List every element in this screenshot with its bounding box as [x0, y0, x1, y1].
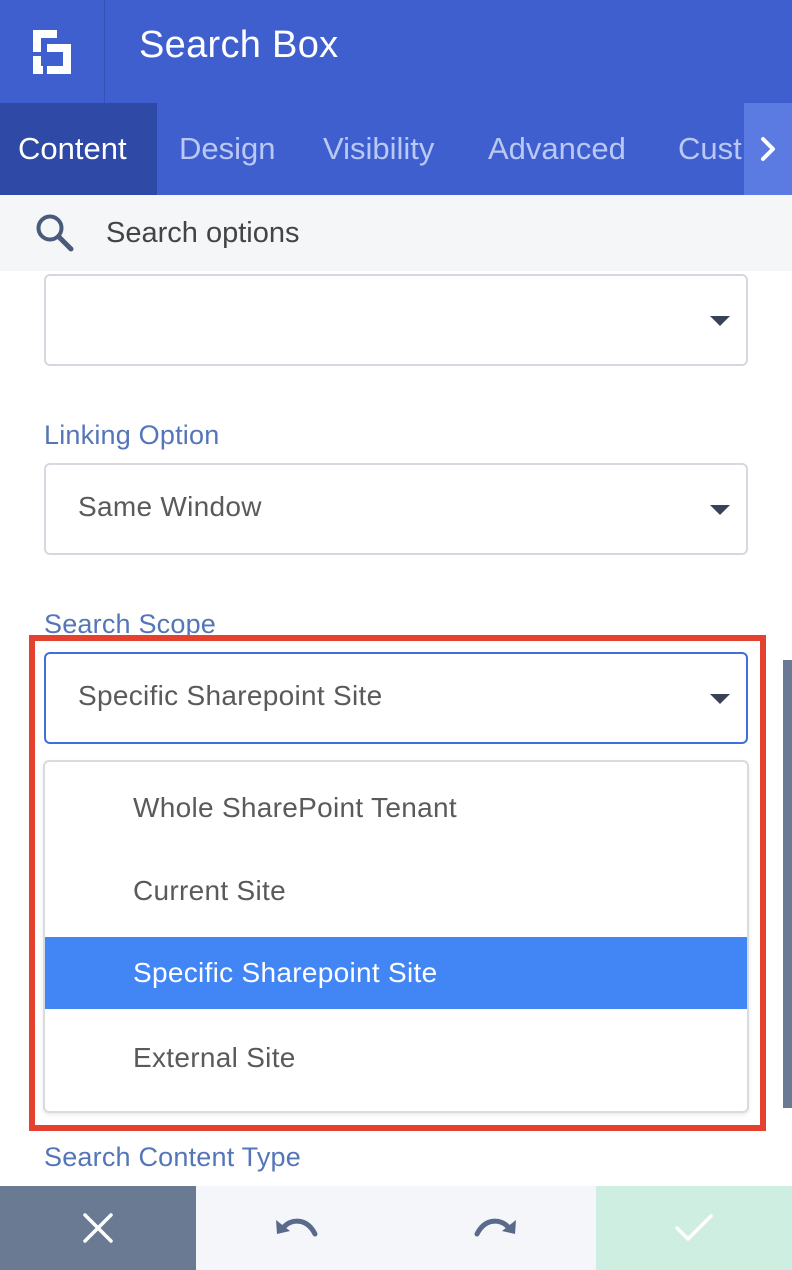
action-bar — [0, 1186, 792, 1270]
tabs-next-button[interactable] — [744, 103, 792, 195]
undo-button[interactable] — [196, 1186, 396, 1270]
chevron-right-icon — [761, 137, 775, 161]
tab-visibility[interactable]: Visibility — [323, 103, 434, 195]
tab-content[interactable]: Content — [0, 103, 157, 195]
undo-icon — [276, 1218, 318, 1237]
top-select[interactable] — [44, 274, 748, 366]
close-button[interactable] — [0, 1186, 196, 1270]
confirm-button[interactable] — [596, 1186, 792, 1270]
linking-option-value: Same Window — [78, 491, 262, 522]
search-options-input[interactable] — [106, 213, 706, 253]
check-icon — [675, 1214, 713, 1241]
panel-header: Search Box — [0, 0, 792, 103]
linking-option-label: Linking Option — [44, 420, 220, 450]
tab-custom[interactable]: Cust — [678, 103, 742, 195]
caret-down-icon — [710, 316, 730, 326]
scrollbar[interactable] — [783, 660, 792, 1108]
tab-design[interactable]: Design — [179, 103, 276, 195]
tab-bar: Content Design Visibility Advanced Cust — [0, 103, 792, 195]
tab-advanced[interactable]: Advanced — [488, 103, 626, 195]
search-icon — [36, 214, 74, 252]
caret-down-icon — [710, 505, 730, 515]
search-content-type-label: Search Content Type — [44, 1142, 301, 1172]
redo-button[interactable] — [396, 1186, 596, 1270]
linking-option-select[interactable]: Same Window — [44, 463, 748, 555]
panel-title: Search Box — [139, 24, 339, 66]
logo[interactable] — [0, 0, 105, 103]
highlight-box — [29, 635, 766, 1131]
redo-icon — [474, 1218, 516, 1237]
builder-logo-icon — [33, 29, 71, 74]
search-options-bar — [0, 195, 792, 271]
close-icon — [83, 1213, 113, 1243]
